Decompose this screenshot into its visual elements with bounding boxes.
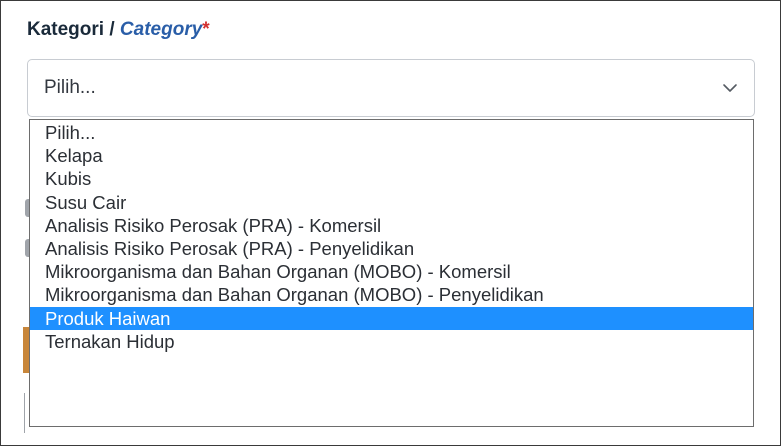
- category-select[interactable]: Pilih...: [27, 59, 755, 117]
- form-panel: Kategori / Category* Pilih... Pilih... Ke…: [0, 0, 781, 446]
- required-asterisk: *: [202, 19, 210, 40]
- dropdown-option[interactable]: Susu Cair: [30, 191, 753, 214]
- category-label: Kategori / Category*: [27, 19, 210, 41]
- category-dropdown-list: Pilih... Kelapa Kubis Susu Cair Analisis Ris…: [29, 119, 754, 427]
- dropdown-option[interactable]: Mikroorganisma dan Bahan Organan (MOBO) …: [30, 283, 753, 306]
- dropdown-option[interactable]: Analisis Risiko Perosak (PRA) - Komersil: [30, 214, 753, 237]
- dropdown-option[interactable]: Analisis Risiko Perosak (PRA) - Penyelid…: [30, 237, 753, 260]
- chevron-down-icon: [723, 84, 737, 92]
- dropdown-option[interactable]: Mikroorganisma dan Bahan Organan (MOBO) …: [30, 260, 753, 283]
- category-label-en: Category: [119, 19, 203, 40]
- dropdown-option[interactable]: Produk Haiwan: [30, 306, 753, 330]
- hidden-border-fragment: [24, 393, 25, 433]
- category-label-ms: Kategori: [27, 19, 105, 40]
- dropdown-option[interactable]: Ternakan Hidup: [30, 330, 753, 353]
- dropdown-option[interactable]: Pilih...: [30, 121, 753, 144]
- dropdown-option[interactable]: Kelapa: [30, 144, 753, 167]
- category-select-value: Pilih...: [44, 77, 96, 98]
- label-separator: /: [104, 19, 120, 40]
- dropdown-option[interactable]: Kubis: [30, 167, 753, 190]
